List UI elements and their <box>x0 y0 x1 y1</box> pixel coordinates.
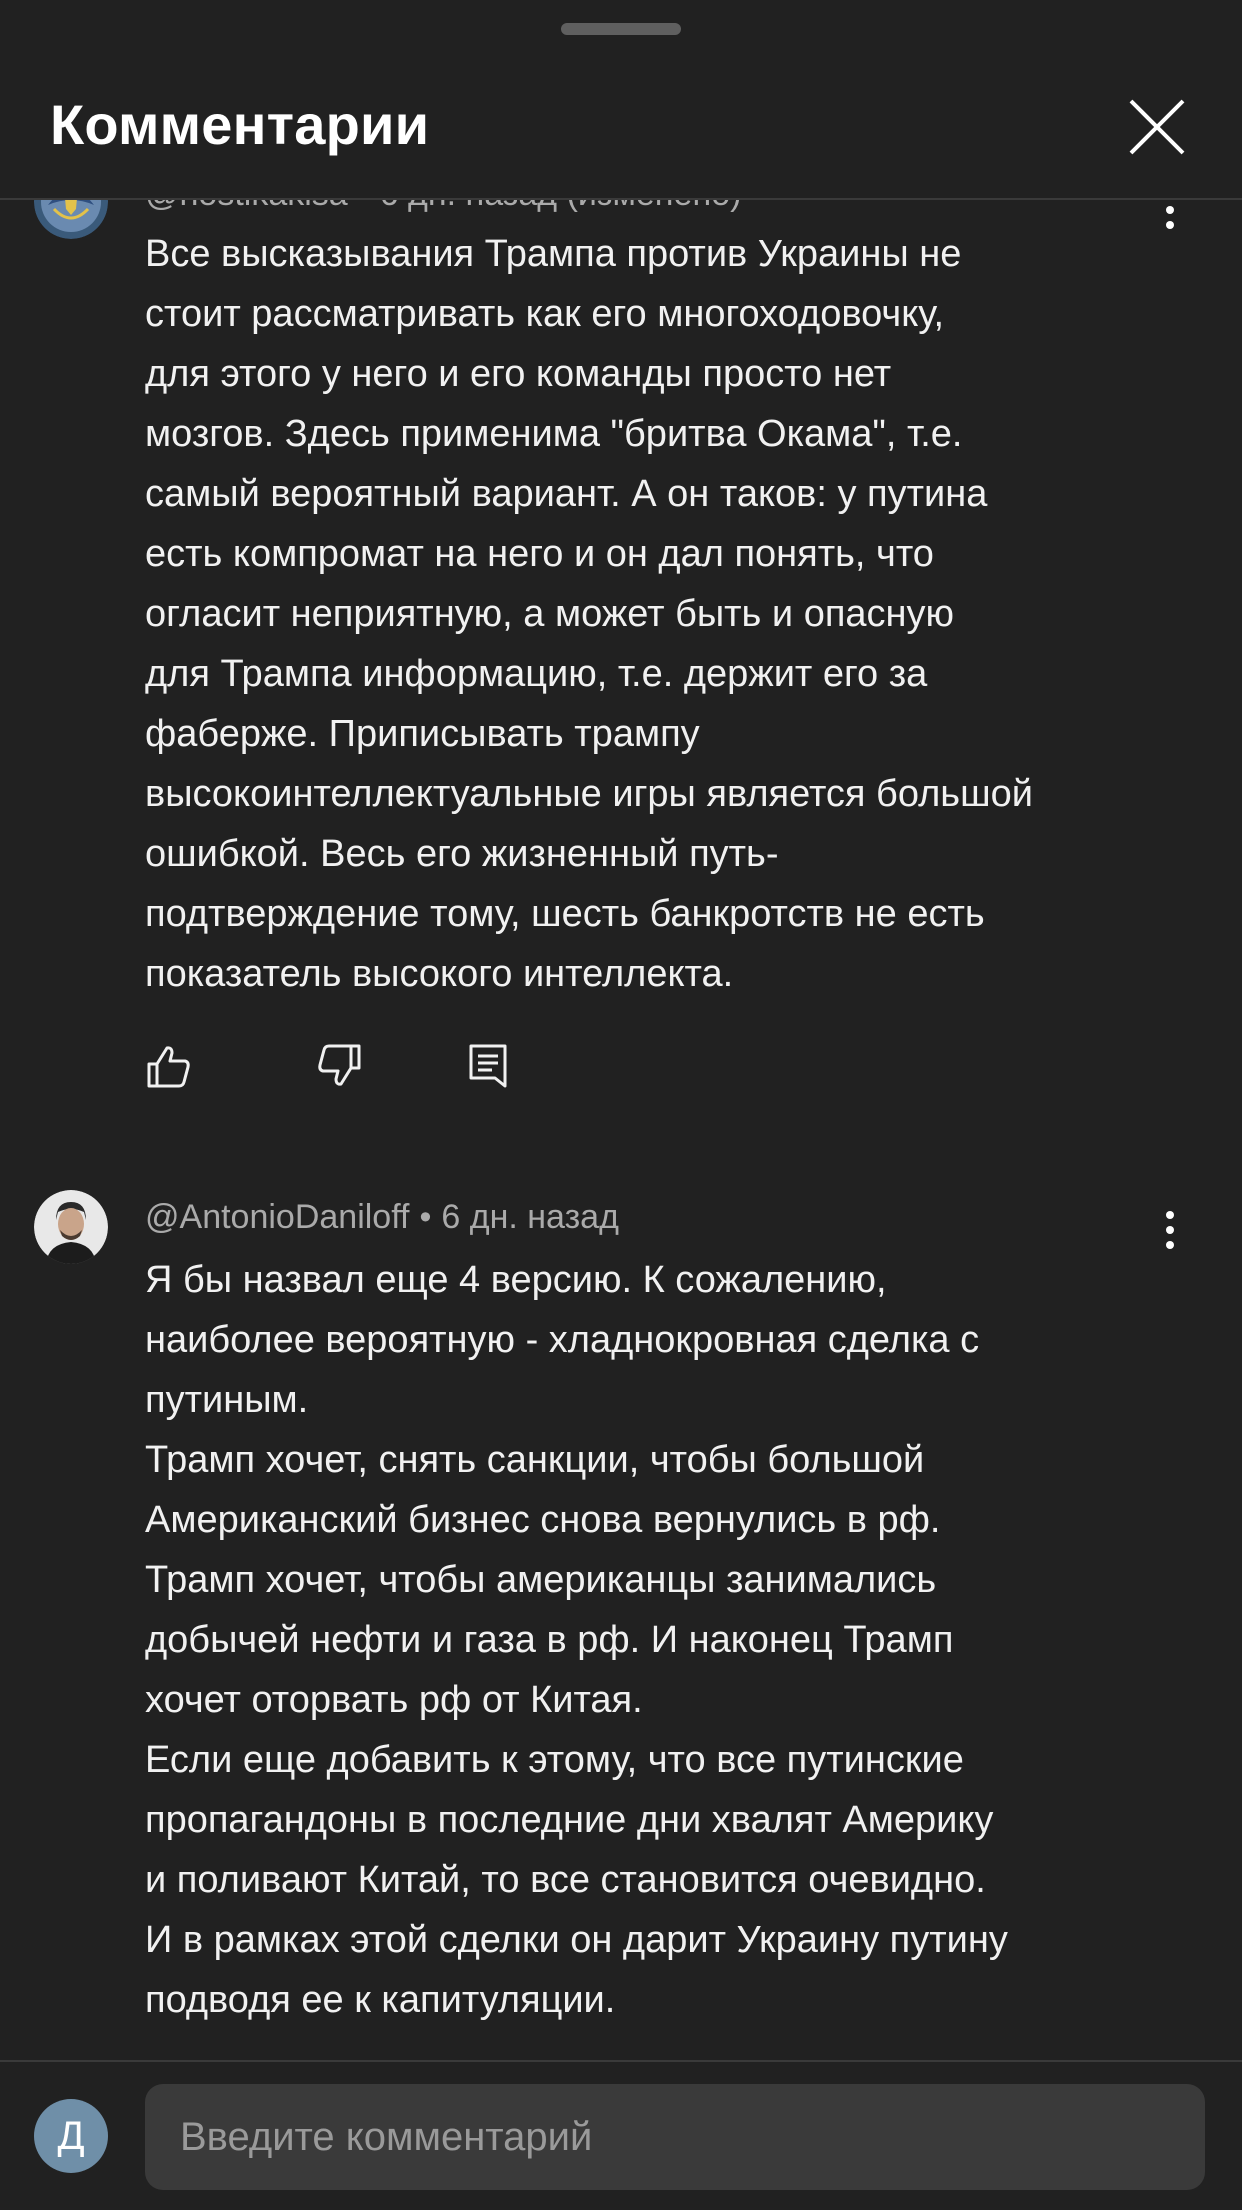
comments-list[interactable]: @nostikakisa•6 дн. назад (изменено) Все … <box>0 200 1242 2060</box>
comment-line: хочет оторвать рф от Китая. <box>145 1679 643 1721</box>
comment-line: наиболее вероятную - хладнокровная сделк… <box>145 1319 980 1361</box>
comment-line: Я бы назвал еще 4 версию. К сожалению, <box>145 1259 887 1301</box>
comments-sheet: Комментарии @nostikakisa•6 дн. назад ( <box>0 0 1242 2210</box>
more-vert-icon <box>1166 1211 1174 1219</box>
comment-line: самый вероятный вариант. А он таков: у п… <box>145 473 988 515</box>
comment-line: для Трампа информацию, т.е. держит его з… <box>145 653 928 695</box>
comment-line: для этого у него и его команды просто не… <box>145 353 892 395</box>
comment-line: Американский бизнес снова вернулись в рф… <box>145 1499 941 1541</box>
dislike-button[interactable] <box>315 1042 363 1096</box>
comment-line: путиным. <box>145 1379 309 1421</box>
avatar-emblem-image <box>34 200 108 239</box>
comment-line: и поливают Китай, то все становится очев… <box>145 1859 986 1901</box>
comment-line: мозгов. Здесь применима "бритва Окама", … <box>145 413 963 455</box>
comments-header: Комментарии <box>0 0 1242 200</box>
comment-composer: Д <box>0 2060 1242 2210</box>
comment-meta: @AntonioDaniloff • 6 дн. назад <box>145 1198 619 1236</box>
page-title: Комментарии <box>50 93 430 156</box>
like-button[interactable] <box>145 1042 193 1096</box>
comment-line: высокоинтеллектуальные игры является бол… <box>145 773 1033 815</box>
comment-line: огласит неприятную, а может быть и опасн… <box>145 593 955 635</box>
current-user-avatar[interactable]: Д <box>34 2099 108 2173</box>
close-button[interactable] <box>1125 95 1189 159</box>
comment-line: Все высказывания Трампа против Украины н… <box>145 233 962 275</box>
comment-text: Я бы назвал еще 4 версию. К сожалению, н… <box>145 1250 1175 2030</box>
comment-line: подводя ее к капитуляции. <box>145 1979 616 2021</box>
comment-input[interactable] <box>145 2084 1205 2190</box>
dislike-icon <box>318 1044 361 1086</box>
comment-meta: @nostikakisa•6 дн. назад (изменено) <box>145 200 741 214</box>
close-icon <box>1129 99 1185 155</box>
comment-line: Если еще добавить к этому, что все путин… <box>145 1739 964 1781</box>
comment-line: Трамп хочет, снять санкции, чтобы большо… <box>145 1439 925 1481</box>
comment-time: 6 дн. назад (изменено) <box>380 200 742 213</box>
comment-text: Все высказывания Трампа против Украины н… <box>145 224 1175 1004</box>
comment-line: Трамп хочет, чтобы американцы занимались <box>145 1559 937 1601</box>
comment-line: подтверждение тому, шесть банкротств не … <box>145 893 985 935</box>
comment-time: 6 дн. назад <box>441 1198 619 1236</box>
comment-author[interactable]: @AntonioDaniloff <box>145 1198 410 1236</box>
comment-line: И в рамках этой сделки он дарит Украину … <box>145 1919 1008 1961</box>
reply-icon <box>469 1044 507 1088</box>
comment-line: есть компромат на него и он дал понять, … <box>145 533 934 575</box>
comment-line: стоит рассматривать как его многоходовоч… <box>145 293 945 335</box>
like-icon <box>147 1046 190 1088</box>
comment-line: ошибкой. Весь его жизненный путь- <box>145 833 779 875</box>
comment-author[interactable]: @nostikakisa <box>145 200 348 213</box>
reply-button[interactable] <box>465 1042 513 1096</box>
comment-line: фаберже. Приписывать трампу <box>145 713 700 755</box>
comment-line: добычей нефти и газа в рф. И наконец Тра… <box>145 1619 954 1661</box>
avatar-photo-image <box>34 1190 108 1264</box>
drag-handle[interactable] <box>561 23 681 35</box>
comment-line: показатель высокого интеллекта. <box>145 953 734 995</box>
avatar[interactable] <box>34 1190 108 1264</box>
avatar[interactable] <box>34 200 108 239</box>
comment-line: пропагандоны в последние дни хвалят Амер… <box>145 1799 994 1841</box>
